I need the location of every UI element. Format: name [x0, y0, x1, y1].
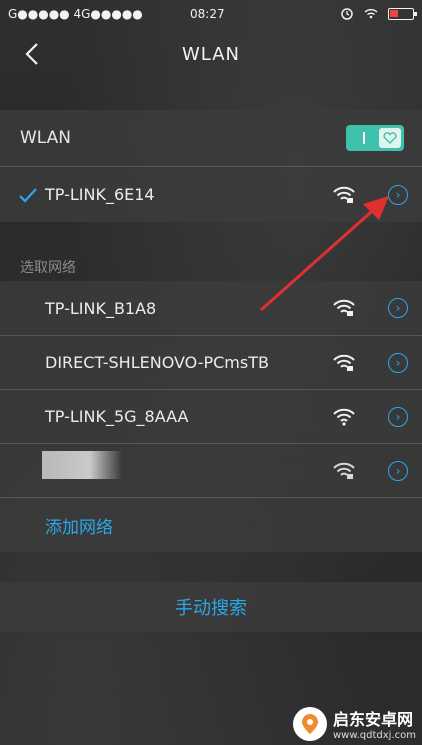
- watermark-text: 启东安卓网 www.qdtdxj.com: [333, 706, 416, 741]
- carrier-signal: G●●●●● 4G●●●●●: [8, 7, 143, 21]
- battery-icon: [388, 8, 417, 20]
- wlan-label: WLAN: [20, 128, 72, 148]
- redacted-ssid: [42, 451, 122, 479]
- add-network-label: 添加网络: [45, 517, 113, 538]
- annotation-arrow: [260, 196, 389, 312]
- network-details-button[interactable]: ›: [388, 352, 408, 373]
- available-networks-panel: TP-LINK_B1A8 › DIRECT-SHLENOVO-PCmsTB › …: [0, 281, 422, 552]
- back-button[interactable]: [18, 40, 46, 68]
- network-details-button[interactable]: ›: [388, 406, 408, 427]
- network-row[interactable]: DIRECT-SHLENOVO-PCmsTB ›: [0, 335, 422, 389]
- watermark: 启东安卓网 www.qdtdxj.com: [293, 706, 416, 741]
- wifi-signal-locked-icon: [333, 462, 355, 479]
- network-ssid: DIRECT-SHLENOVO-PCmsTB: [45, 353, 269, 372]
- toggle-knob: [379, 128, 401, 148]
- manual-search-button[interactable]: 手动搜索: [0, 582, 422, 632]
- wifi-signal-icon: [333, 408, 355, 426]
- network-details-button[interactable]: ›: [388, 460, 408, 481]
- status-bar: G●●●●● 4G●●●●● 08:27: [0, 0, 422, 28]
- watermark-title: 启东安卓网: [333, 710, 414, 729]
- toggle-on-mark: [363, 132, 365, 144]
- section-label-choose-network: 选取网络: [20, 260, 76, 276]
- network-ssid: TP-LINK_5G_8AAA: [45, 407, 189, 426]
- wlan-toggle-row: WLAN: [0, 110, 422, 166]
- network-row[interactable]: TP-LINK_5G_8AAA ›: [0, 389, 422, 443]
- status-left: G●●●●● 4G●●●●●: [8, 7, 143, 21]
- connected-ssid: TP-LINK_6E14: [45, 185, 155, 204]
- add-network-row[interactable]: 添加网络: [0, 497, 422, 552]
- wifi-status-icon: [364, 7, 378, 22]
- wlan-toggle-switch[interactable]: [346, 125, 404, 151]
- chevron-left-icon: [25, 43, 38, 65]
- network-ssid: TP-LINK_B1A8: [45, 298, 157, 318]
- alarm-icon: [340, 6, 354, 23]
- watermark-url: www.qdtdxj.com: [333, 730, 416, 741]
- wifi-signal-locked-icon: [333, 354, 355, 371]
- header: WLAN: [0, 28, 422, 80]
- status-right: [340, 6, 417, 23]
- checkmark-icon: [19, 187, 37, 203]
- page-title: WLAN: [181, 43, 241, 65]
- status-time: 08:27: [190, 7, 225, 21]
- watermark-logo-icon: [293, 706, 327, 741]
